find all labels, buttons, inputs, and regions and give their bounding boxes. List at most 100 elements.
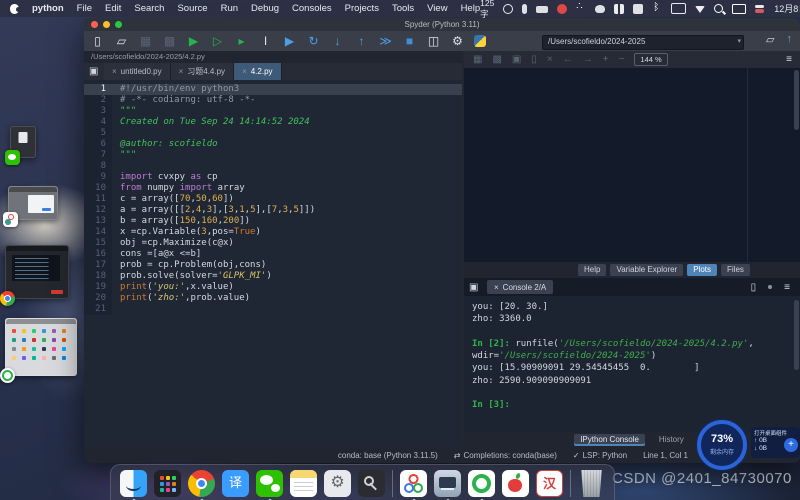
watermark-text: CSDN @2401_84730070 xyxy=(612,470,792,487)
dock-translate-icon[interactable]: 译 xyxy=(222,470,249,497)
tab-close-icon[interactable]: × xyxy=(112,67,117,76)
new-file-icon[interactable]: ▯ xyxy=(90,32,105,50)
shapes-icon[interactable] xyxy=(576,4,586,14)
open-file-icon[interactable]: ▱ xyxy=(114,32,129,50)
plots-zoom-level[interactable]: 144 % xyxy=(634,53,667,66)
menu-item-edit[interactable]: Edit xyxy=(105,3,121,14)
editor-tab-习题4.4.py[interactable]: ×习题4.4.py xyxy=(171,63,234,80)
remove-all-plots-icon: × xyxy=(547,52,553,68)
window-titlebar[interactable]: Spyder (Python 3.11) xyxy=(84,18,800,31)
memory-percentage-widget[interactable]: 73% 剩余内存 xyxy=(697,420,747,470)
face-icon[interactable] xyxy=(503,4,513,14)
add-widget-button[interactable]: + xyxy=(784,438,798,452)
debug-file-icon[interactable]: ▶ xyxy=(282,32,297,50)
run-file-icon[interactable]: ▶ xyxy=(186,32,201,50)
apps-grid-mini-window[interactable] xyxy=(5,318,77,376)
step-into-icon[interactable]: ↓ xyxy=(330,32,345,50)
dock-launchpad-icon[interactable] xyxy=(154,470,181,497)
dock-screens-app-icon[interactable] xyxy=(434,470,461,497)
code-line: 18prob.solve(solver='GLPK_MI') xyxy=(84,271,462,282)
parent-directory-icon[interactable]: ↑ xyxy=(787,33,793,46)
menu-item-projects[interactable]: Projects xyxy=(345,3,379,14)
browse-tabs-icon[interactable]: ▣ xyxy=(89,66,100,77)
record-icon[interactable] xyxy=(557,4,567,14)
step-out-icon[interactable]: ↑ xyxy=(354,32,369,50)
menu-item-python[interactable]: python xyxy=(32,3,64,14)
run-cell-advance-icon[interactable]: ▸ xyxy=(234,32,249,50)
preferences-wrench-icon[interactable]: ⚙ xyxy=(450,32,465,50)
dock-apple-red-app-icon[interactable] xyxy=(502,470,529,497)
keyboard-icon[interactable] xyxy=(536,6,548,13)
debug-stop-icon[interactable]: ■ xyxy=(402,32,417,50)
debug-continue-icon[interactable]: ≫ xyxy=(378,32,393,50)
dock-notes-icon[interactable] xyxy=(290,470,317,497)
desktop-widget-panel[interactable]: 打开桌面组件 ↑ 0B ↓ 0B + xyxy=(751,427,800,458)
plots-scrollbar[interactable] xyxy=(794,70,799,130)
input-source-icon[interactable] xyxy=(671,3,686,14)
dock-circles-app-icon[interactable] xyxy=(400,470,427,497)
dock-chrome-icon[interactable] xyxy=(188,470,215,497)
menu-clock[interactable]: 12月8日 周日 22:57 xyxy=(774,2,800,15)
working-directory-select[interactable]: /Users/scofieldo/2024-2025 xyxy=(542,35,744,50)
console-tab-close-icon[interactable]: × xyxy=(494,283,499,292)
dialog-mini-window[interactable] xyxy=(8,186,58,220)
search-icon[interactable] xyxy=(714,4,723,13)
panel-tab-files[interactable]: Files xyxy=(721,264,750,276)
dock-green-ring-app-icon[interactable] xyxy=(468,470,495,497)
step-over-icon[interactable]: ↻ xyxy=(306,32,321,50)
run-cell-icon[interactable]: ▷ xyxy=(210,32,225,50)
split-view-icon[interactable] xyxy=(614,4,624,14)
menu-item-run[interactable]: Run xyxy=(221,3,238,14)
dock-finder-icon[interactable] xyxy=(120,470,147,497)
display-icon[interactable] xyxy=(732,4,746,14)
wifi-icon[interactable] xyxy=(695,6,705,13)
window-icon[interactable] xyxy=(633,4,643,14)
bottom-tab-history[interactable]: History xyxy=(653,434,690,446)
panel-tab-plots[interactable]: Plots xyxy=(687,264,717,276)
code-editor[interactable]: 1#!/usr/bin/env python32# -*- codiarng: … xyxy=(84,80,462,447)
console-tab[interactable]: × Console 2/A xyxy=(487,280,553,294)
bottom-tab-ipython-console[interactable]: IPython Console xyxy=(574,434,645,446)
menu-item-file[interactable]: File xyxy=(77,3,92,14)
console-scrollbar[interactable] xyxy=(794,300,799,370)
upload-value: 0B xyxy=(759,437,767,444)
editor-tab-untitled0.py[interactable]: ×untitled0.py xyxy=(104,63,171,80)
line-content xyxy=(112,304,120,315)
new-console-icon[interactable]: ▯ xyxy=(751,282,757,293)
menu-item-source[interactable]: Source xyxy=(177,3,207,14)
bluetooth-icon[interactable] xyxy=(652,4,662,14)
plots-menu-icon[interactable]: ≡ xyxy=(786,54,792,65)
editor-tab-4.2.py[interactable]: ×4.2.py xyxy=(234,63,281,80)
run-selection-icon[interactable]: I xyxy=(258,32,273,50)
dock-wechat-icon[interactable] xyxy=(256,470,283,497)
python-env-icon[interactable] xyxy=(474,35,486,47)
dock-seal-app-icon[interactable]: 汉 xyxy=(536,470,563,497)
panel-tab-help[interactable]: Help xyxy=(578,264,606,276)
console-browse-tabs-icon[interactable]: ▣ xyxy=(469,282,480,293)
maximize-pane-icon[interactable]: ◫ xyxy=(426,32,441,50)
panel-tab-variable-explorer[interactable]: Variable Explorer xyxy=(610,264,683,276)
wechat-mini-window[interactable] xyxy=(10,126,36,158)
menu-item-view[interactable]: View xyxy=(427,3,447,14)
tab-close-icon[interactable]: × xyxy=(179,67,184,76)
dock-trash-icon[interactable] xyxy=(578,470,605,497)
menu-item-tools[interactable]: Tools xyxy=(392,3,414,14)
control-center-icon[interactable] xyxy=(755,4,765,14)
line-number: 4 xyxy=(84,117,112,128)
ipython-console[interactable]: you: [20. 30.]zho: 3360.0 In [2]: runfil… xyxy=(464,296,800,437)
browse-directory-icon[interactable]: ▱ xyxy=(766,33,774,46)
plots-canvas[interactable] xyxy=(464,68,800,262)
dock-keychain-access-icon[interactable] xyxy=(358,470,385,497)
dock-system-settings-icon[interactable]: ⚙ xyxy=(324,470,351,497)
menu-item-debug[interactable]: Debug xyxy=(251,3,279,14)
menu-item-consoles[interactable]: Consoles xyxy=(292,3,332,14)
menu-item-search[interactable]: Search xyxy=(134,3,164,14)
code-mini-window[interactable] xyxy=(5,245,69,299)
console-menu-icon[interactable]: ≡ xyxy=(784,282,790,293)
tab-close-icon[interactable]: × xyxy=(242,67,247,76)
mic-icon[interactable] xyxy=(522,4,527,14)
apple-menu-icon[interactable] xyxy=(10,4,19,14)
menu-item-help[interactable]: Help xyxy=(461,3,481,14)
console-line: In [3]: xyxy=(472,399,800,411)
cloud-icon[interactable] xyxy=(595,5,605,13)
